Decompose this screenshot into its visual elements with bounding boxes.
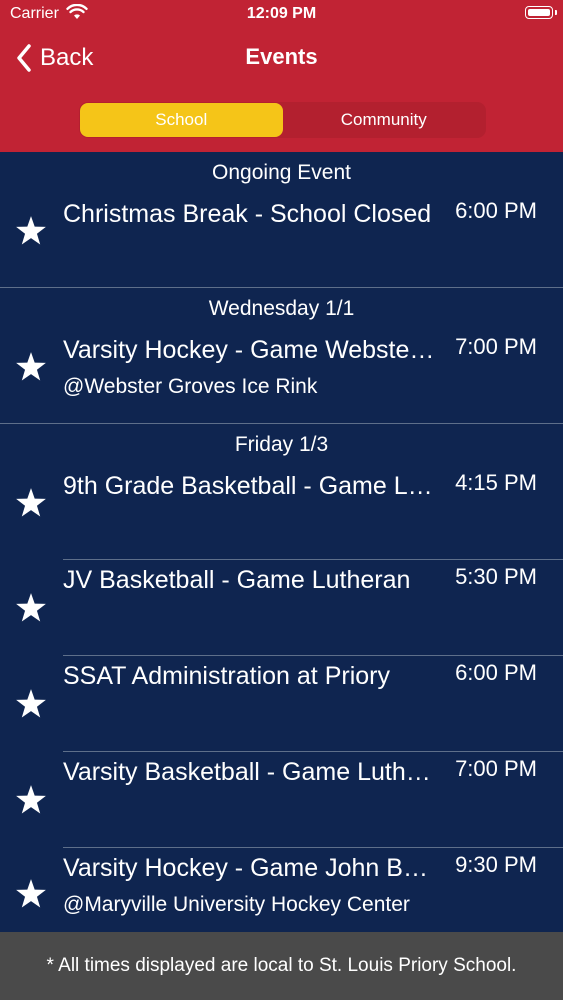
- section-header: Ongoing Event: [212, 161, 351, 184]
- star-icon[interactable]: [14, 214, 48, 248]
- status-bar: Carrier 12:09 PM: [0, 0, 563, 30]
- event-time: 5:30 PM: [455, 564, 537, 589]
- navigation-header: Carrier 12:09 PM Back Events School Comm…: [0, 0, 563, 152]
- event-row[interactable]: Varsity Hockey - Game Webster Groves 7:0…: [0, 330, 563, 423]
- page-title: Events: [245, 44, 318, 69]
- section-header: Friday 1/3: [234, 433, 329, 456]
- battery-icon: [525, 6, 557, 19]
- event-time: 6:00 PM: [455, 198, 537, 223]
- event-row[interactable]: JV Basketball - Game Lutheran 5:30 PM: [0, 560, 563, 655]
- event-title: Varsity Hockey - Game Webster Groves: [63, 336, 438, 364]
- event-title: Christmas Break - School Closed: [63, 200, 432, 228]
- event-location: @Webster Groves Ice Rink: [63, 375, 318, 398]
- star-icon[interactable]: [14, 486, 48, 520]
- events-list: Ongoing Event Christmas Break - School C…: [0, 152, 563, 941]
- star-icon[interactable]: [14, 350, 48, 384]
- event-time: 4:15 PM: [455, 470, 537, 495]
- event-title: Varsity Basketball - Game Lutheran: [63, 758, 438, 786]
- tab-community[interactable]: Community: [283, 103, 486, 137]
- event-time: 7:00 PM: [455, 756, 537, 781]
- event-row[interactable]: Varsity Basketball - Game Lutheran 7:00 …: [0, 752, 563, 847]
- event-row[interactable]: SSAT Administration at Priory 6:00 PM: [0, 656, 563, 751]
- event-time: 7:00 PM: [455, 334, 537, 359]
- tab-school[interactable]: School: [80, 103, 283, 137]
- event-title: JV Basketball - Game Lutheran: [63, 566, 411, 594]
- star-icon[interactable]: [14, 783, 48, 817]
- section-header: Wednesday 1/1: [208, 297, 355, 320]
- star-icon[interactable]: [14, 591, 48, 625]
- star-icon[interactable]: [14, 687, 48, 721]
- event-row[interactable]: Christmas Break - School Closed 6:00 PM: [0, 194, 563, 287]
- timezone-footer: * All times displayed are local to St. L…: [0, 932, 563, 1000]
- event-time: 6:00 PM: [455, 660, 537, 685]
- status-time: 12:09 PM: [246, 5, 317, 22]
- event-time: 9:30 PM: [455, 852, 537, 877]
- event-title: SSAT Administration at Priory: [63, 662, 390, 690]
- event-row[interactable]: Varsity Hockey - Game John Burroughs 9:3…: [0, 848, 563, 941]
- event-type-segmented-control: School Community: [79, 102, 486, 138]
- event-row[interactable]: 9th Grade Basketball - Game Lutheran 4:1…: [0, 466, 563, 559]
- star-icon[interactable]: [14, 877, 48, 911]
- event-title: Varsity Hockey - Game John Burroughs: [63, 854, 438, 882]
- timezone-note: * All times displayed are local to St. L…: [46, 955, 517, 976]
- event-location: @Maryville University Hockey Center: [63, 893, 410, 916]
- event-title: 9th Grade Basketball - Game Lutheran: [63, 472, 438, 500]
